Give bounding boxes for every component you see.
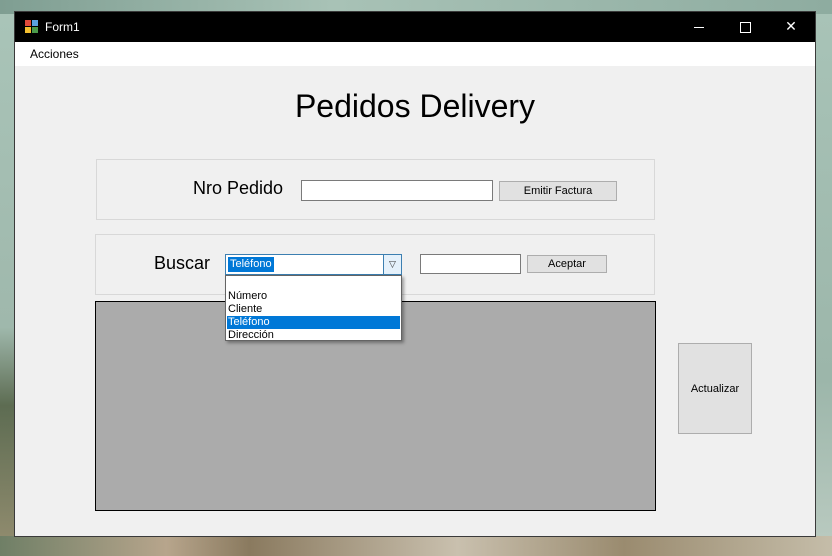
buscar-input[interactable]: [420, 254, 521, 274]
title-bar[interactable]: Form1 ✕: [15, 12, 815, 42]
desktop-wallpaper-right: [816, 14, 832, 536]
buscar-label: Buscar: [154, 253, 211, 273]
combo-selected-value: Teléfono: [228, 257, 274, 272]
combo-dropdown-button[interactable]: ▽: [383, 255, 401, 274]
desktop-wallpaper-bottom: [0, 536, 832, 556]
menu-item-acciones[interactable]: Acciones: [30, 47, 79, 61]
chevron-down-icon: ▽: [389, 259, 396, 270]
minimize-button[interactable]: [676, 12, 722, 42]
menu-bar: Acciones: [15, 42, 815, 66]
dropdown-option-cliente[interactable]: Cliente: [227, 303, 400, 316]
app-icon[interactable]: [25, 20, 38, 33]
emitir-factura-button[interactable]: Emitir Factura: [499, 181, 617, 201]
nro-pedido-label: Nro Pedido: [193, 178, 284, 198]
form-window: Form1 ✕ Acciones Pedidos Delivery Nro Pe…: [14, 11, 816, 537]
maximize-icon: [739, 21, 751, 33]
minimize-icon: [694, 26, 704, 28]
maximize-button[interactable]: [722, 12, 768, 42]
page-title: Pedidos Delivery: [294, 88, 536, 124]
nro-pedido-input[interactable]: [301, 180, 493, 201]
aceptar-button[interactable]: Aceptar: [527, 255, 607, 273]
dropdown-option-empty[interactable]: [227, 277, 400, 290]
close-icon: ✕: [785, 19, 797, 35]
buscar-combo[interactable]: Teléfono ▽: [225, 254, 402, 275]
dropdown-option-numero[interactable]: Número: [227, 290, 400, 303]
actualizar-button[interactable]: Actualizar: [678, 343, 752, 434]
combo-dropdown-list: Número Cliente Teléfono Dirección: [225, 275, 402, 341]
dropdown-option-telefono[interactable]: Teléfono: [227, 316, 400, 329]
close-button[interactable]: ✕: [768, 12, 814, 42]
desktop-wallpaper-left: [0, 14, 14, 536]
window-title: Form1: [45, 20, 80, 34]
dropdown-option-direccion[interactable]: Dirección: [227, 329, 400, 342]
